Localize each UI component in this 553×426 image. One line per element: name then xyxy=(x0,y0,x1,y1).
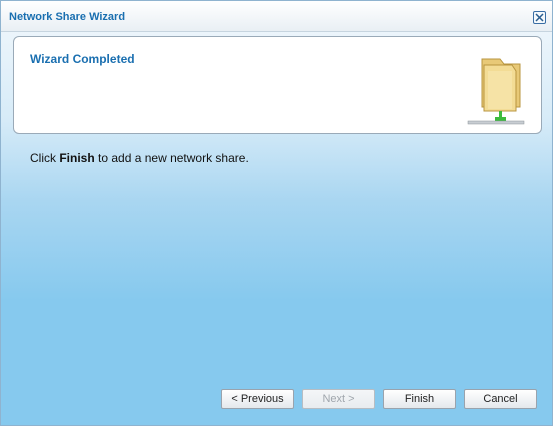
finish-button[interactable]: Finish xyxy=(383,389,456,409)
network-share-folder-icon xyxy=(466,55,526,130)
page-title: Wizard Completed xyxy=(30,52,135,66)
next-button[interactable]: Next > xyxy=(302,389,375,409)
wizard-header-panel: Wizard Completed xyxy=(13,36,542,134)
instruction-bold: Finish xyxy=(59,151,95,165)
instruction-suffix: to add a new network share. xyxy=(94,151,249,165)
title-bar: Network Share Wizard xyxy=(1,1,552,32)
network-share-wizard-dialog: Network Share Wizard Wizard Completed Cl… xyxy=(0,0,553,426)
window-title: Network Share Wizard xyxy=(9,11,126,23)
close-icon[interactable] xyxy=(533,11,546,24)
instruction-prefix: Click xyxy=(30,151,60,165)
cancel-button[interactable]: Cancel xyxy=(464,389,537,409)
instruction-text: Click Finish to add a new network share. xyxy=(30,151,249,165)
previous-button[interactable]: < Previous xyxy=(221,389,294,409)
